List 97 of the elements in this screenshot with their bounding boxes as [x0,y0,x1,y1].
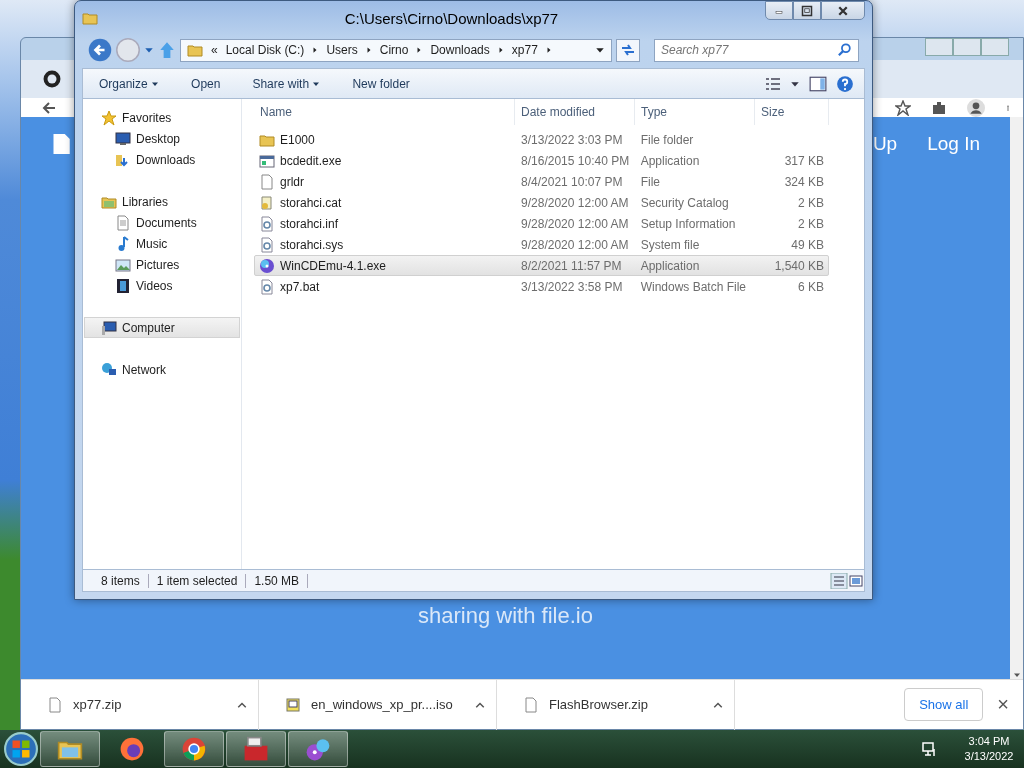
file-icon [47,696,63,713]
column-header[interactable]: Size [755,99,829,125]
disc-image-icon [285,696,301,713]
status-text: 1 item selected [148,573,247,588]
close-button[interactable] [821,1,865,20]
toolbar-button[interactable]: New folder [346,73,416,94]
clock[interactable]: 3:04 PM 3/13/2022 [954,734,1024,764]
chevron-right-icon [312,46,319,54]
toolbar-button[interactable]: Organize [93,73,166,94]
view-list-icon[interactable] [764,75,782,92]
gear-file-icon [259,236,275,253]
network-icon[interactable] [922,741,938,757]
toolbar-button[interactable]: Open [185,73,227,94]
search-icon [838,42,852,57]
file-row[interactable]: E1000 3/13/2022 3:03 PM File folder [254,129,829,150]
chevron-right-icon [416,46,423,54]
start-button-icon[interactable] [4,732,38,766]
folder-icon [82,10,98,26]
taskbar-app[interactable] [40,731,100,767]
help-icon[interactable] [836,74,854,93]
chevron-right-icon [365,46,372,54]
download-item[interactable]: en_windows_xp_pr....iso [259,679,497,730]
disc-icon [259,257,275,274]
film-icon [115,277,131,294]
folder-icon [187,42,203,58]
column-header[interactable]: Name [254,99,515,125]
page-text: sharing with file.io [418,603,593,628]
toolbar-button[interactable]: Share with [246,73,327,94]
breadcrumb-item[interactable]: Users [326,43,358,57]
nav-item[interactable]: Libraries [84,191,240,212]
nav-item[interactable]: Music [84,233,240,254]
taskbar-app[interactable] [164,731,224,767]
toolbox-icon [243,736,269,762]
breadcrumb-item[interactable]: « [211,43,218,57]
file-row[interactable]: storahci.cat 9/28/2020 12:00 AM Security Catalog 2 KB [254,192,829,213]
back-button-icon[interactable] [88,38,112,62]
breadcrumb-item[interactable]: Cirno [379,43,409,57]
star-outline-icon[interactable] [895,99,911,116]
star-icon [101,109,117,126]
preview-pane-icon[interactable] [808,74,828,93]
search-field[interactable]: Search xp77 [654,38,859,62]
nav-item[interactable]: Network [84,359,240,380]
download-item[interactable]: xp77.zip [21,679,259,730]
file-icon [259,173,275,190]
profile-icon[interactable] [967,98,985,117]
nav-item[interactable]: Computer [84,317,240,338]
back-arrow-icon[interactable] [41,99,57,116]
breadcrumb-item[interactable]: Downloads [430,43,490,57]
restore-glyph-icon [801,4,813,17]
page-logo-icon [51,132,71,156]
taskbar-app[interactable] [226,731,286,767]
chevron-right-icon [497,46,504,54]
close-button[interactable]: × [997,693,1009,716]
refresh-button[interactable] [616,38,640,62]
github-icon[interactable] [43,70,61,88]
column-header[interactable]: Type [635,99,755,125]
globe-computer-icon [101,361,117,378]
nav-item[interactable]: Documents [84,212,240,233]
dropdown-caret-icon[interactable] [595,45,605,55]
nav-item[interactable]: Downloads [84,149,240,170]
file-row[interactable]: grldr 8/4/2021 10:07 PM File 324 KB [254,171,829,192]
taskbar-app[interactable] [288,731,348,767]
column-header[interactable]: Date modified [515,99,635,125]
file-icon [523,696,539,713]
breadcrumb-item[interactable]: xp77 [511,43,538,57]
file-row[interactable]: storahci.inf 9/28/2020 12:00 AM Setup Information 2 KB [254,213,829,234]
document-icon [115,214,131,231]
nav-item[interactable]: Pictures [84,254,240,275]
large-icons-view-icon[interactable] [848,572,864,589]
status-text: 8 items [93,573,149,588]
file-row[interactable]: bcdedit.exe 8/16/2015 10:40 PM Application 317 KB [254,150,829,171]
certificate-icon [259,194,275,211]
disc-icon [305,736,331,762]
firefox-icon [119,736,145,762]
gear-file-icon [259,215,275,232]
file-row[interactable]: xp7.bat 3/13/2022 3:58 PM Windows Batch File 6 KB [254,276,829,297]
landscape-icon [115,256,131,273]
maximize-button[interactable] [793,1,821,20]
application-icon [259,152,275,169]
download-item[interactable]: FlashBrowser.zip [497,679,735,730]
window-title: C:\Users\Cirno\Downloads\xp77 [343,9,560,27]
monitor-icon [115,130,131,147]
chrome-icon [181,736,207,762]
nav-item[interactable]: Videos [84,275,240,296]
refresh-arrows-icon [620,42,636,58]
gear-file-icon [259,278,275,295]
details-view-icon[interactable] [830,572,848,589]
file-row[interactable]: WinCDEmu-4.1.exe 8/2/2021 11:57 PM Application 1,540 KB [254,255,829,276]
breadcrumb-item[interactable]: Local Disk (C:) [225,43,305,57]
chevron-right-icon [545,46,552,54]
file-row[interactable]: storahci.sys 9/28/2020 12:00 AM System file 49 KB [254,234,829,255]
status-text: 1.50 MB [246,573,309,588]
nav-item[interactable]: Desktop [84,128,240,149]
computer-icon [101,319,117,336]
close-icon [836,4,850,17]
nav-item[interactable]: Favorites [84,107,240,128]
show-all-button[interactable]: Show all [904,688,984,721]
